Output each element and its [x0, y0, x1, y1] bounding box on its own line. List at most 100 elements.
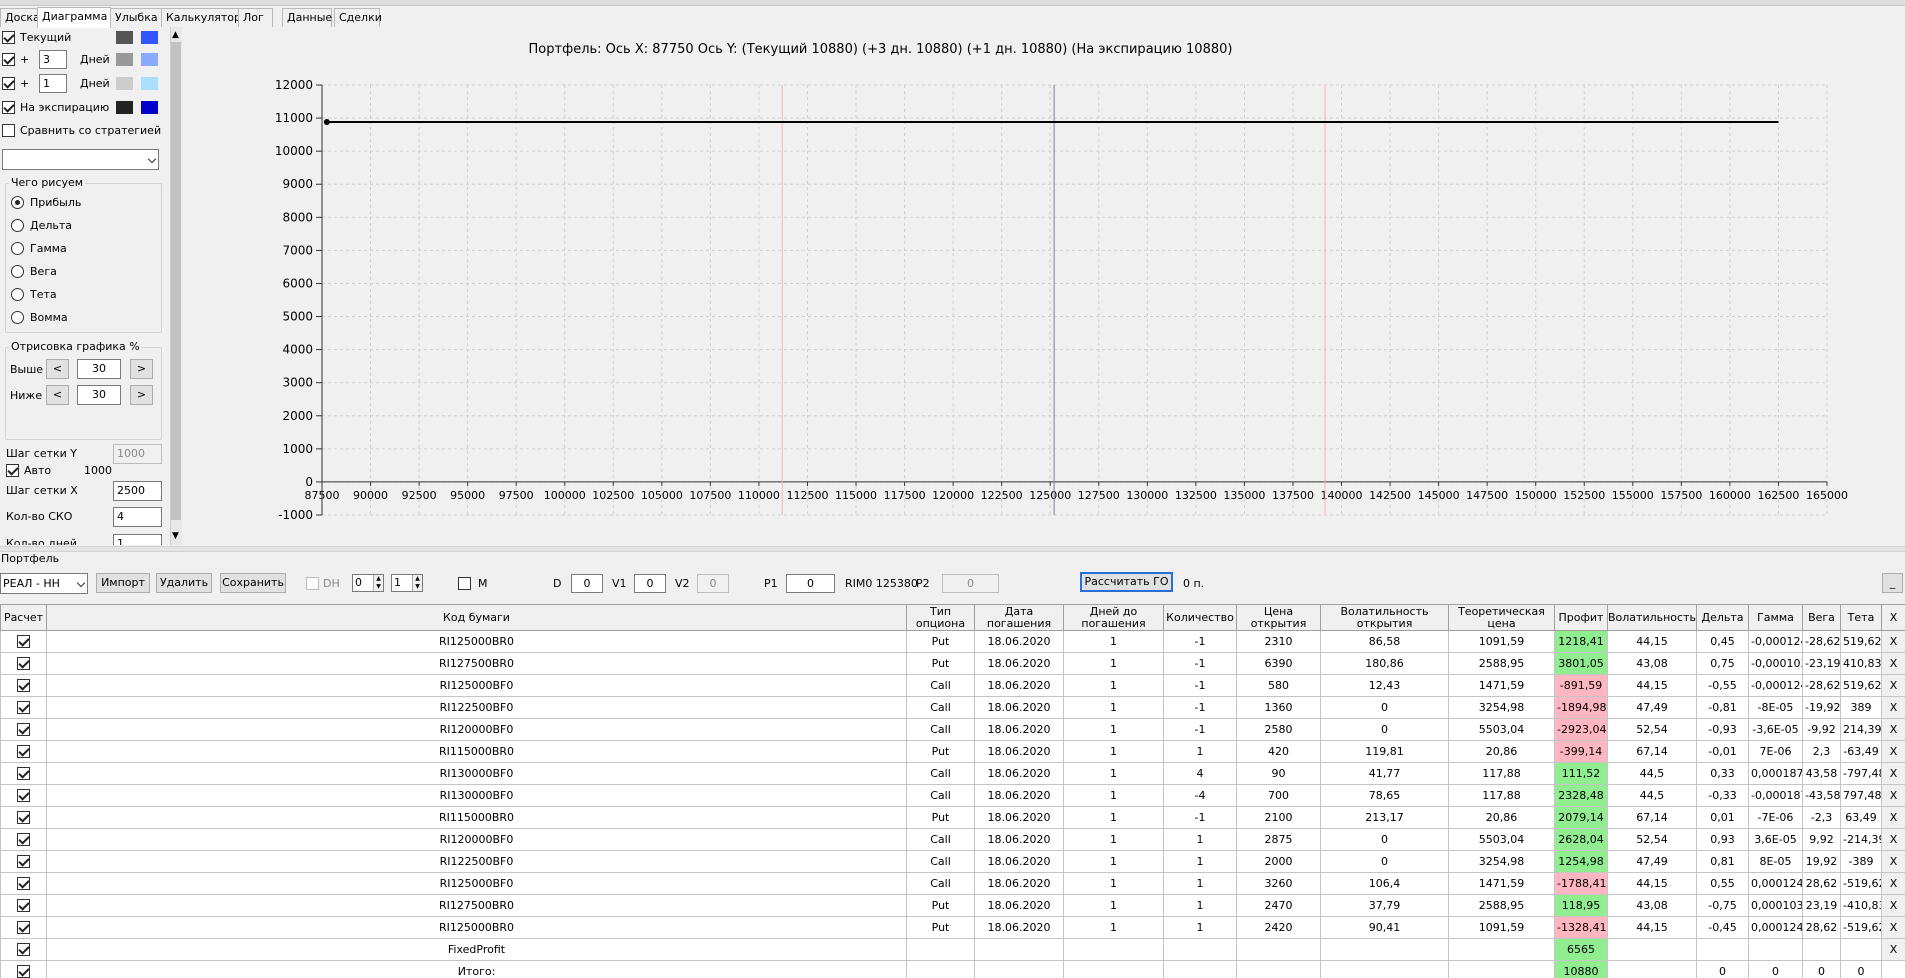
calc-checkbox[interactable] [17, 877, 30, 891]
calc-checkbox-cell[interactable] [0, 696, 47, 719]
remove-row-button[interactable]: X [1881, 938, 1905, 961]
column-header[interactable]: Гамма [1748, 604, 1803, 631]
calc-checkbox[interactable] [17, 723, 30, 737]
portfolio-select[interactable]: РЕАЛ - НН [0, 573, 88, 594]
calc-checkbox-cell[interactable] [0, 872, 47, 895]
remove-row-button[interactable]: X [1881, 828, 1905, 851]
p1-input[interactable]: 0 [786, 574, 835, 593]
calc-checkbox[interactable] [17, 811, 30, 825]
total-theta: 0 [1840, 960, 1882, 978]
calc-checkbox[interactable] [17, 921, 30, 935]
column-header[interactable]: Волатильность [1607, 604, 1697, 631]
table-row[interactable]: RI125000BR0 Put 18.06.2020 1 1 2420 90,41 1091,… [0, 916, 1905, 939]
remove-row-button[interactable]: X [1881, 718, 1905, 741]
v2-input[interactable]: 0 [697, 574, 729, 593]
remove-row-button[interactable]: X [1881, 784, 1905, 807]
remove-row-button[interactable]: X [1881, 872, 1905, 895]
calc-checkbox-cell[interactable] [0, 894, 47, 917]
table-row[interactable]: RI127500BR0 Put 18.06.2020 1 -1 6390 180,86 258… [0, 652, 1905, 675]
calc-checkbox-cell[interactable] [0, 916, 47, 939]
calc-checkbox[interactable] [17, 855, 30, 869]
spin-arrows-icon[interactable]: ▲ ▼ [373, 575, 383, 591]
remove-row-button[interactable]: X [1881, 916, 1905, 939]
calc-checkbox[interactable] [17, 679, 30, 693]
table-row[interactable]: RI115000BR0 Put 18.06.2020 1 -1 2100 213,17 20,… [0, 806, 1905, 829]
calc-checkbox-cell[interactable] [0, 806, 47, 829]
dh-checkbox[interactable] [306, 577, 319, 590]
splitter[interactable] [0, 546, 1905, 552]
calc-checkbox-cell[interactable] [0, 630, 47, 653]
column-header[interactable]: Волатильность открытия [1320, 604, 1449, 631]
remove-row-button[interactable]: X [1881, 630, 1905, 653]
table-row[interactable]: RI130000BF0 Call 18.06.2020 1 4 90 41,77 117,88… [0, 762, 1905, 785]
profit-cell: -891,59 [1554, 674, 1608, 697]
calc-checkbox[interactable] [17, 965, 30, 978]
column-header[interactable]: X [1881, 604, 1905, 631]
column-header[interactable]: Вега [1802, 604, 1841, 631]
column-header[interactable]: Дней до погашения [1063, 604, 1164, 631]
calc-checkbox-cell[interactable] [0, 652, 47, 675]
spin-2[interactable]: 1 ▲ ▼ [391, 574, 423, 592]
calc-checkbox-cell[interactable] [0, 674, 47, 697]
calc-checkbox-cell[interactable] [0, 784, 47, 807]
column-header[interactable]: Дата погашения [974, 604, 1064, 631]
calculate-go-button[interactable]: Рассчитать ГО [1080, 572, 1173, 592]
calc-checkbox-cell[interactable] [0, 740, 47, 763]
calc-checkbox[interactable] [17, 767, 30, 781]
column-header[interactable]: Дельта [1696, 604, 1749, 631]
table-row[interactable]: RI125000BF0 Call 18.06.2020 1 1 3260 106,4 1471… [0, 872, 1905, 895]
calc-checkbox[interactable] [17, 833, 30, 847]
spin-arrows-icon[interactable]: ▲ ▼ [412, 575, 422, 591]
remove-row-button[interactable]: X [1881, 740, 1905, 763]
collapse-button[interactable]: _ [1882, 573, 1903, 593]
column-header[interactable]: Количество [1163, 604, 1237, 631]
table-cell: -519,62 [1840, 916, 1882, 939]
d-input[interactable]: 0 [571, 574, 603, 593]
import-button[interactable]: Импорт [96, 573, 150, 593]
column-header[interactable]: Код бумаги [46, 604, 907, 631]
table-row[interactable]: RI130000BF0 Call 18.06.2020 1 -4 700 78,65 117,… [0, 784, 1905, 807]
column-header[interactable]: Тета [1840, 604, 1882, 631]
p2-input[interactable]: 0 [942, 574, 999, 593]
column-header[interactable]: Цена открытия [1236, 604, 1321, 631]
m-checkbox[interactable] [458, 577, 471, 590]
remove-row-button[interactable]: X [1881, 674, 1905, 697]
calc-checkbox-cell[interactable] [0, 850, 47, 873]
remove-row-button[interactable]: X [1881, 806, 1905, 829]
table-cell: Call [906, 762, 975, 785]
calc-checkbox[interactable] [17, 635, 30, 649]
d-label: D [553, 577, 562, 590]
calc-checkbox-cell[interactable] [0, 718, 47, 741]
fixed-profit-label: FixedProfit [46, 938, 907, 961]
calc-checkbox-cell[interactable] [0, 762, 47, 785]
v1-input[interactable]: 0 [634, 574, 666, 593]
spin-1[interactable]: 0 ▲ ▼ [352, 574, 384, 592]
column-header[interactable]: Теоретическая цена [1448, 604, 1555, 631]
calc-checkbox[interactable] [17, 745, 30, 759]
table-row[interactable]: RI115000BR0 Put 18.06.2020 1 1 420 119,81 20,86… [0, 740, 1905, 763]
table-row[interactable]: RI122500BF0 Call 18.06.2020 1 -1 1360 0 3254,98… [0, 696, 1905, 719]
column-header[interactable]: Тип опциона [906, 604, 975, 631]
calc-checkbox[interactable] [17, 701, 30, 715]
calc-checkbox[interactable] [17, 789, 30, 803]
remove-row-button[interactable]: X [1881, 894, 1905, 917]
table-row[interactable]: RI120000BF0 Call 18.06.2020 1 -1 2580 0 5503,04… [0, 718, 1905, 741]
delete-button[interactable]: Удалить [156, 573, 212, 593]
calc-checkbox[interactable] [17, 943, 30, 957]
calc-checkbox[interactable] [17, 899, 30, 913]
table-row[interactable]: RI127500BR0 Put 18.06.2020 1 1 2470 37,79 2588,… [0, 894, 1905, 917]
table-row[interactable]: RI125000BR0 Put 18.06.2020 1 -1 2310 86,58 1091… [0, 630, 1905, 653]
column-header[interactable]: Расчет [0, 604, 47, 631]
table-row[interactable]: RI122500BF0 Call 18.06.2020 1 1 2000 0 3254,98 1… [0, 850, 1905, 873]
save-button[interactable]: Сохранить [220, 573, 286, 593]
remove-row-button[interactable]: X [1881, 652, 1905, 675]
remove-row-button[interactable]: X [1881, 696, 1905, 719]
table-row[interactable]: RI120000BF0 Call 18.06.2020 1 1 2875 0 5503,04 2… [0, 828, 1905, 851]
tab-diagram[interactable]: Диаграмма [37, 7, 111, 28]
remove-row-button[interactable]: X [1881, 850, 1905, 873]
table-row[interactable]: RI125000BF0 Call 18.06.2020 1 -1 580 12,43 1471… [0, 674, 1905, 697]
calc-checkbox-cell[interactable] [0, 828, 47, 851]
column-header[interactable]: Профит [1554, 604, 1608, 631]
calc-checkbox[interactable] [17, 657, 30, 671]
remove-row-button[interactable]: X [1881, 762, 1905, 785]
